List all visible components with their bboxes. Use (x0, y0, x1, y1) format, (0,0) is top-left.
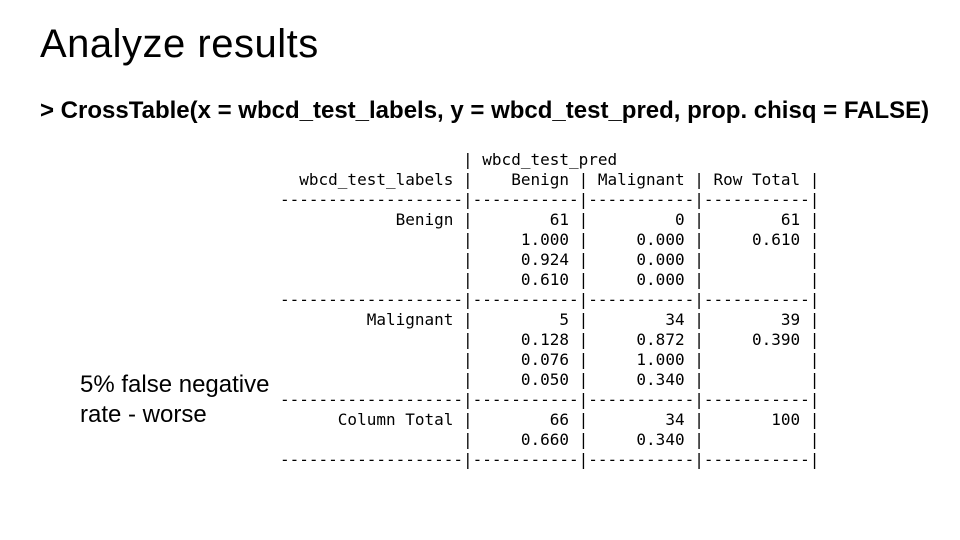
table-row: | 0.076 | 1.000 | | (280, 350, 819, 369)
table-row: | 0.128 | 0.872 | 0.390 | (280, 330, 819, 349)
annotation-false-negative: 5% false negative rate - worse (80, 370, 300, 430)
table-divider: -------------------|-----------|--------… (280, 190, 819, 209)
table-divider: -------------------|-----------|--------… (280, 390, 819, 409)
table-divider: -------------------|-----------|--------… (280, 290, 819, 309)
cross-table-output: | wbcd_test_pred wbcd_test_labels | Beni… (280, 150, 819, 470)
table-header-columns: wbcd_test_labels | Benign | Malignant | … (280, 170, 819, 189)
table-header-top: | wbcd_test_pred (280, 150, 617, 169)
page-title: Analyze results (40, 22, 319, 67)
table-row: Column Total | 66 | 34 | 100 | (280, 410, 819, 429)
table-row: | 0.610 | 0.000 | | (280, 270, 819, 289)
table-divider: -------------------|-----------|--------… (280, 450, 819, 469)
slide: Analyze results > CrossTable(x = wbcd_te… (0, 0, 960, 540)
table-row: Malignant | 5 | 34 | 39 | (280, 310, 819, 329)
code-command: > CrossTable(x = wbcd_test_labels, y = w… (40, 96, 930, 126)
table-row: | 0.050 | 0.340 | | (280, 370, 819, 389)
table-row: | 1.000 | 0.000 | 0.610 | (280, 230, 819, 249)
table-row: | 0.924 | 0.000 | | (280, 250, 819, 269)
table-row: | 0.660 | 0.340 | | (280, 430, 819, 449)
table-row: Benign | 61 | 0 | 61 | (280, 210, 819, 229)
